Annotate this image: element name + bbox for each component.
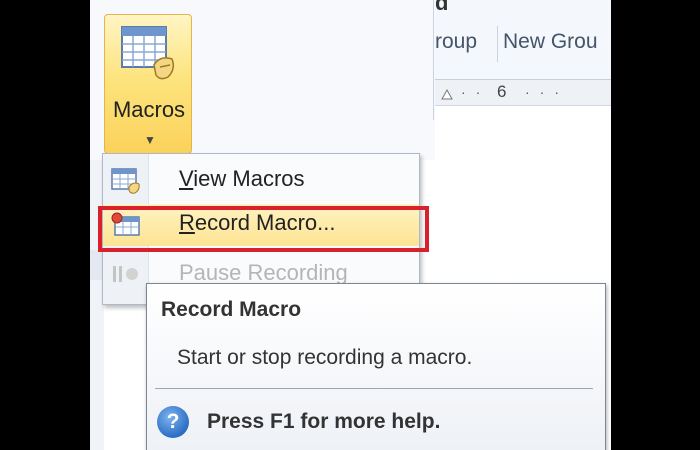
pause-icon [113,266,138,282]
help-icon: ? [157,406,189,438]
word-window: d roup New Grou ·· 6 ··· Macros ▼ View M… [90,0,611,450]
ribbon-divider [433,0,434,120]
tooltip-description: Start or stop recording a macro. [177,346,473,369]
record-macro-highlight-box [98,206,429,252]
menu-item-view-macros[interactable]: View Macros [103,160,419,202]
macros-label: Macros [112,97,186,122]
indent-marker-icon[interactable] [441,86,453,100]
ribbon-group-new-group[interactable]: New Grou [503,30,598,54]
ruler-ticks: ·· [461,84,491,100]
chevron-down-icon[interactable]: ▼ [144,133,156,147]
tooltip-divider [155,388,593,389]
macros-button[interactable]: Macros ▼ [104,14,192,154]
view-macros-icon [111,168,140,194]
ribbon-group-label: roup [435,30,478,53]
ruler-ticks: ··· [525,84,569,100]
ruler-number: 6 [497,82,507,101]
menu-item-label: View Macros [179,166,305,191]
group-divider [497,26,498,62]
ribbon-groups: d roup New Grou [435,0,611,80]
screen-tip: Record Macro Start or stop recording a m… [146,283,606,450]
ruler[interactable]: ·· 6 ··· [435,80,611,106]
ribbon-clipped-text: d [435,0,449,15]
macro-sheet-icon [121,26,175,80]
tooltip-help-text: Press F1 for more help. [207,410,441,433]
tooltip-title: Record Macro [161,298,302,321]
